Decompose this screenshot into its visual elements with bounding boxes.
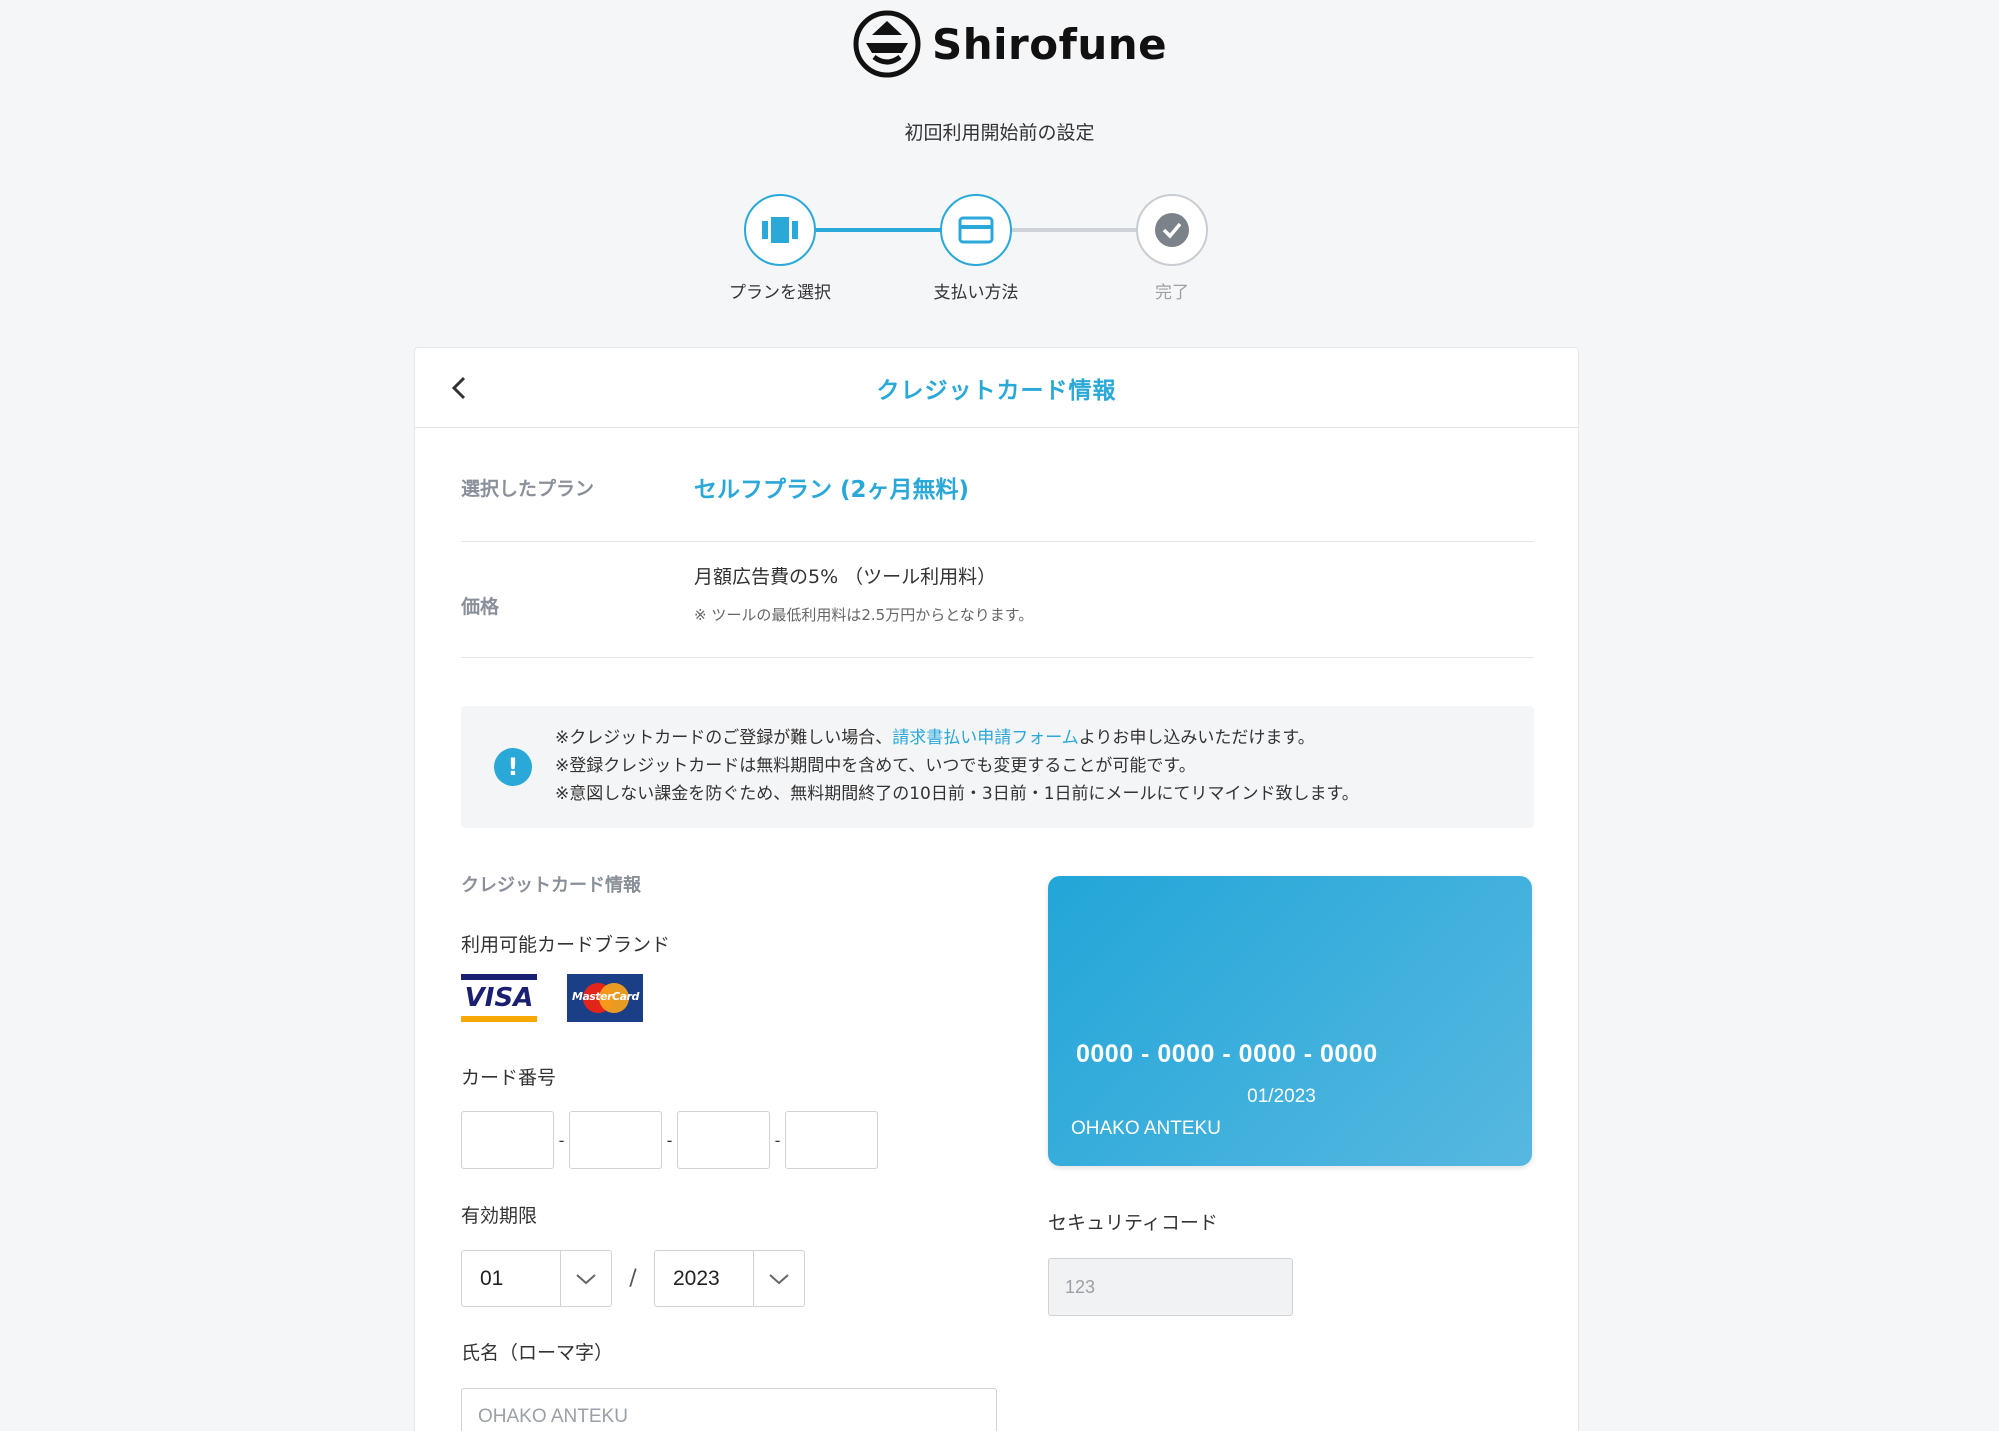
price-label: 価格	[461, 596, 500, 618]
credit-card-icon	[958, 216, 994, 244]
back-button[interactable]	[443, 372, 475, 404]
step-label-complete: 完了	[1155, 283, 1189, 303]
visa-text: VISA	[464, 983, 534, 1013]
price-note: ※ ツールの最低利用料は2.5万円からとなります。	[694, 606, 1034, 624]
step-plan[interactable]	[744, 194, 816, 266]
expiry-month-value: 01	[480, 1266, 504, 1290]
notice-line-1-suffix: よりお申し込みいただけます。	[1078, 728, 1315, 748]
price-value: 月額広告費の5% （ツール利用料）	[694, 566, 997, 588]
chevron-left-icon	[451, 376, 466, 400]
step-complete[interactable]	[1136, 194, 1208, 266]
chevron-down-icon	[560, 1251, 611, 1306]
card-number-separator: -	[774, 1130, 781, 1150]
expiry-month-select[interactable]: 01	[461, 1250, 612, 1307]
plan-value: セルフプラン (2ヶ月無料)	[694, 477, 970, 503]
price-row: 価格 月額広告費の5% （ツール利用料） ※ ツールの最低利用料は2.5万円から…	[461, 542, 1534, 658]
card-number-fields: - - -	[461, 1111, 878, 1169]
card-section-label: クレジットカード情報	[461, 875, 641, 896]
step-label-payment: 支払い方法	[933, 283, 1019, 303]
card-brands: VISA MasterCard	[461, 974, 643, 1022]
card-preview-holder: OHAKO ANTEKU	[1071, 1118, 1221, 1139]
card-number-input-4[interactable]	[785, 1111, 878, 1169]
notice-text: ※クレジットカードのご登録が難しい場合、請求書払い申請フォームよりお申し込みいた…	[555, 724, 1359, 808]
notice-line-1-prefix: ※クレジットカードのご登録が難しい場合、	[555, 728, 893, 748]
card-number-separator: -	[558, 1130, 565, 1150]
card-number-input-3[interactable]	[677, 1111, 770, 1169]
visa-icon: VISA	[461, 974, 537, 1022]
step-payment[interactable]	[940, 194, 1012, 266]
expiry-year-select[interactable]: 2023	[654, 1250, 805, 1307]
card-preview-number: 0000 - 0000 - 0000 - 0000	[1076, 1040, 1378, 1068]
check-icon	[1155, 213, 1189, 247]
progress-stepper: プランを選択 支払い方法 完了	[729, 190, 1260, 310]
card-number-input-1[interactable]	[461, 1111, 554, 1169]
cardholder-name-input[interactable]	[461, 1388, 997, 1431]
notice-box: ! ※クレジットカードのご登録が難しい場合、請求書払い申請フォームよりお申し込み…	[461, 706, 1534, 828]
notice-line-3: ※意図しない課金を防ぐため、無料期間終了の10日前・3日前・1日前にメールにてリ…	[555, 784, 1359, 804]
security-code-label: セキュリティコード	[1048, 1212, 1218, 1234]
notice-line-1: ※クレジットカードのご登録が難しい場合、請求書払い申請フォームよりお申し込みいた…	[555, 724, 1359, 752]
chevron-down-icon	[753, 1251, 804, 1306]
card-preview-expiry: 01/2023	[1247, 1086, 1316, 1107]
card-number-input-2[interactable]	[569, 1111, 662, 1169]
shirofune-logo-icon	[853, 10, 921, 78]
expiry-year-value: 2023	[673, 1266, 720, 1290]
card-preview: 0000 - 0000 - 0000 - 0000 01/2023 OHAKO …	[1048, 876, 1532, 1166]
plan-label: 選択したプラン	[461, 478, 595, 500]
card-number-separator: -	[666, 1130, 673, 1150]
exclamation-icon: !	[494, 748, 532, 786]
panel-header: クレジットカード情報	[415, 348, 1578, 428]
step-connector-todo	[1010, 228, 1140, 232]
plan-row: 選択したプラン セルフプラン (2ヶ月無料)	[461, 428, 1534, 542]
brand-name: Shirofune	[932, 19, 1168, 69]
notice-line-2: ※登録クレジットカードは無料期間中を含めて、いつでも変更することが可能です。	[555, 756, 1196, 776]
plan-icon	[762, 217, 798, 243]
security-code-input[interactable]	[1048, 1258, 1293, 1316]
brands-label: 利用可能カードブランド	[461, 934, 671, 956]
card-number-label: カード番号	[461, 1067, 557, 1089]
invoice-form-link[interactable]: 請求書払い申請フォーム	[892, 728, 1079, 748]
mastercard-icon: MasterCard	[567, 974, 643, 1022]
setup-title: 初回利用開始前の設定	[904, 122, 1095, 144]
step-connector-done	[816, 228, 946, 232]
credit-card-panel: クレジットカード情報 選択したプラン セルフプラン (2ヶ月無料) 価格 月額広…	[414, 347, 1579, 1431]
name-label: 氏名（ローマ字）	[461, 1342, 614, 1364]
expiry-label: 有効期限	[461, 1205, 538, 1227]
expiry-separator: /	[629, 1266, 637, 1291]
mastercard-text: MasterCard	[572, 990, 639, 1003]
step-label-plan: プランを選択	[729, 283, 831, 303]
panel-title: クレジットカード情報	[876, 377, 1117, 404]
brand-logo: Shirofune	[852, 8, 1167, 80]
expiry-fields: 01 / 2023	[461, 1250, 805, 1307]
